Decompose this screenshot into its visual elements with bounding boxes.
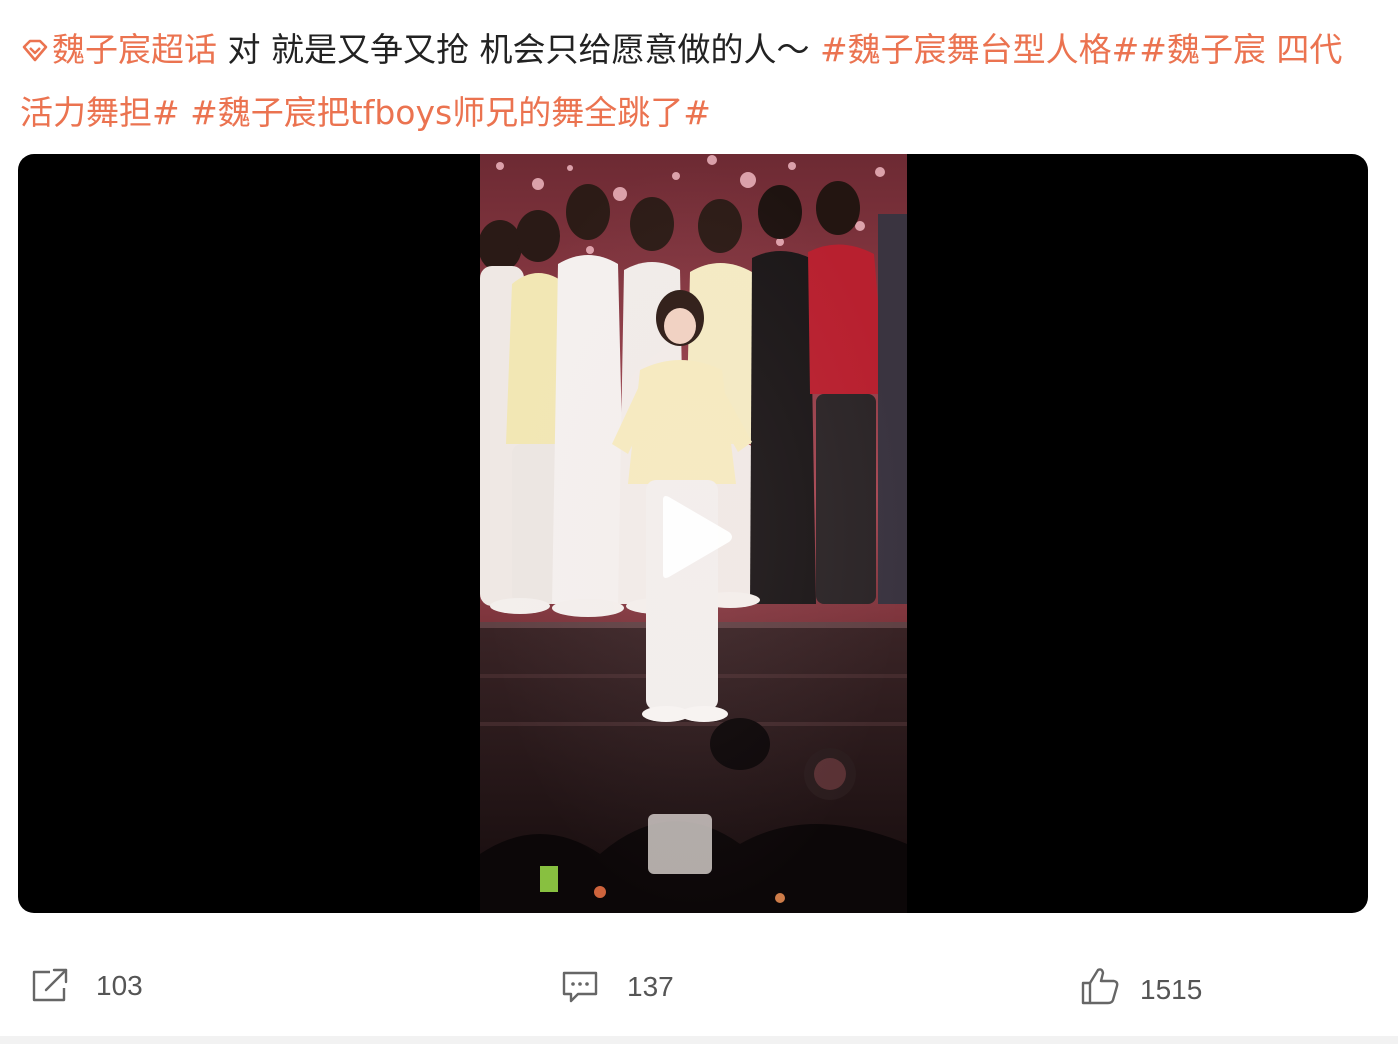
repost-count: 103 (96, 970, 143, 1001)
diamond-supertopic-icon (22, 39, 48, 62)
weibo-post: 魏子宸超话 对 就是又争又抢 机会只给愿意做的人～ #魏子宸舞台型人格# #魏子宸… (0, 0, 1398, 1044)
comment-button[interactable]: 137 (561, 970, 674, 1004)
post-body-text: 对 就是又争又抢 机会只给愿意做的人～ (217, 30, 810, 69)
post-meta-cropped (20, 0, 30, 10)
supertopic-link[interactable]: 魏子宸超话 (20, 30, 217, 69)
share-icon (32, 968, 68, 1002)
comment-icon (562, 971, 598, 1003)
divider (0, 1036, 1398, 1044)
supertopic-label: 魏子宸超话 (52, 30, 217, 69)
like-button[interactable]: 1515 (1080, 966, 1202, 1006)
comment-count: 137 (627, 971, 674, 1002)
thumbs-up-icon (1081, 968, 1119, 1005)
post-text: 魏子宸超话 对 就是又争又抢 机会只给愿意做的人～ #魏子宸舞台型人格# #魏子宸… (20, 18, 1370, 144)
repost-button[interactable]: 103 (30, 968, 143, 1004)
video-player[interactable] (18, 154, 1368, 913)
play-icon[interactable] (653, 492, 735, 582)
action-bar: 103 137 1515 (0, 940, 1398, 1040)
like-count: 1515 (1140, 974, 1203, 1005)
hashtag-stage-personality[interactable]: #魏子宸舞台型人格# (820, 30, 1139, 69)
hashtag-tfboys-dance[interactable]: #魏子宸把tfboys师兄的舞全跳了# (190, 93, 711, 132)
